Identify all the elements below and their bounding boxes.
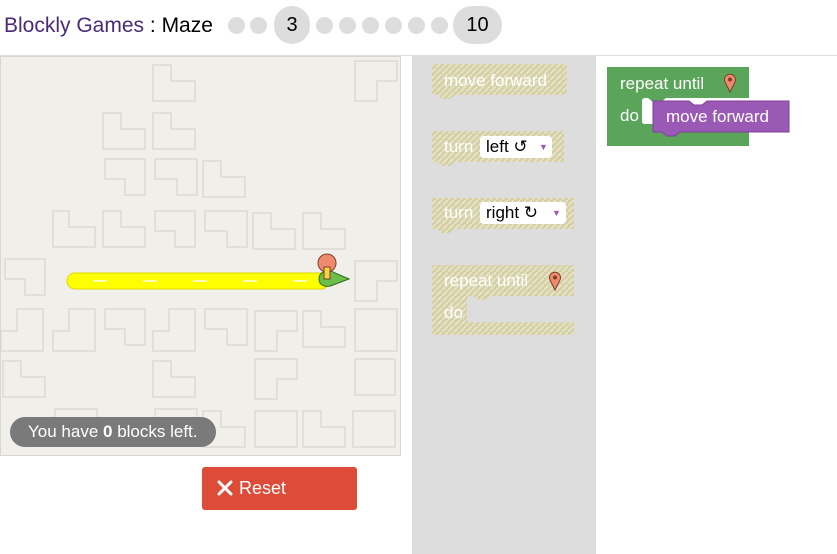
pegman-icon — [317, 253, 351, 287]
header: Blockly Games : Maze 3 10 — [0, 0, 837, 56]
marker-icon — [549, 271, 561, 291]
level-2-link[interactable] — [250, 17, 267, 34]
toolbox-turn-right-block[interactable]: turn right ↻ ▼ — [444, 202, 574, 229]
level-10-link[interactable]: 10 — [453, 6, 502, 44]
level-6-link[interactable] — [362, 17, 379, 34]
toolbox-turn-left-dropdown[interactable]: left ↺ ▼ — [480, 136, 552, 158]
title-separator: : — [144, 14, 162, 37]
toolbox-turn-right-option: right ↻ — [486, 203, 539, 222]
blocks-remaining-prefix: You have — [28, 422, 103, 441]
toolbox-flyout: move forward turn left ↺ ▼ turn right ↻ … — [412, 56, 596, 554]
level-3-link[interactable]: 3 — [274, 6, 310, 44]
level-1-link[interactable] — [228, 17, 245, 34]
brand-link[interactable]: Blockly Games — [4, 14, 144, 37]
level-5-link[interactable] — [339, 17, 356, 34]
level-7-link[interactable] — [385, 17, 402, 34]
marker-icon — [724, 73, 736, 93]
blocks-remaining-suffix: blocks left. — [112, 422, 198, 441]
workspace-move-forward-label: move forward — [666, 107, 769, 126]
blocks-remaining-badge: You have 0 blocks left. — [10, 417, 216, 447]
page-title: Blockly Games : Maze — [4, 14, 213, 38]
maze-tiles — [1, 60, 398, 448]
dropdown-arrow-icon: ▼ — [539, 142, 548, 152]
level-9-link[interactable] — [431, 17, 448, 34]
close-icon — [217, 480, 233, 496]
toolbox-turn-left-label: turn — [444, 137, 474, 156]
toolbox-turn-left-block[interactable]: turn left ↺ ▼ — [444, 136, 564, 163]
level-4-link[interactable] — [316, 17, 333, 34]
game-name: Maze — [161, 14, 213, 37]
toolbox-repeat-until-label: repeat until — [444, 271, 529, 290]
maze-canvas — [0, 56, 401, 456]
reset-button[interactable]: Reset — [202, 467, 357, 510]
toolbox-turn-right-dropdown[interactable]: right ↻ ▼ — [480, 202, 566, 224]
workspace: repeat until do move forward — [597, 56, 837, 554]
toolbox-repeat-until-block[interactable]: repeat until do — [444, 271, 574, 331]
level-8-link[interactable] — [408, 17, 425, 34]
workspace-repeat-until-label: repeat until — [620, 74, 705, 93]
toolbox-turn-left-option: left ↺ — [486, 137, 528, 156]
toolbox-turn-right-label: turn — [444, 203, 474, 222]
reset-label: Reset — [239, 478, 287, 498]
maze-board — [1, 60, 398, 448]
toolbox-repeat-do-label: do — [444, 303, 463, 322]
toolbox-move-forward-label: move forward — [444, 71, 547, 90]
workspace-repeat-do-label: do — [620, 106, 639, 125]
dropdown-arrow-icon: ▼ — [552, 208, 561, 218]
